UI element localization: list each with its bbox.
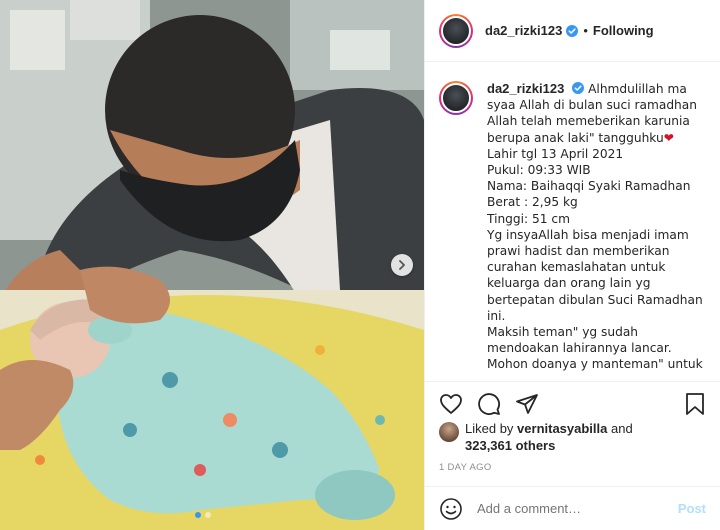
post-comment-button[interactable]: Post	[678, 501, 706, 516]
post-header: da2_rizki123 • Following	[425, 0, 720, 62]
action-bar	[425, 381, 720, 425]
following-button[interactable]: Following	[593, 23, 654, 38]
carousel-dot-1	[195, 512, 201, 518]
smiley-icon	[440, 497, 462, 520]
likes-others-count[interactable]: 323,361 others	[465, 438, 555, 453]
liker-avatar[interactable]	[439, 422, 459, 442]
likes-summary: Liked by vernitasyabilla and 323,361 oth…	[439, 420, 706, 454]
likes-and: and	[611, 421, 633, 436]
caption-verified-badge-icon	[572, 82, 585, 94]
likes-prefix: Liked by	[465, 421, 514, 436]
comment-button[interactable]	[477, 392, 501, 416]
post-photo[interactable]	[0, 0, 424, 530]
next-photo-button[interactable]	[391, 254, 413, 276]
comment-bar: Post	[425, 486, 720, 530]
bookmark-icon	[686, 392, 704, 415]
comment-input[interactable]	[477, 501, 678, 516]
post-timestamp[interactable]: 1 DAY AGO	[439, 462, 492, 473]
carousel-indicator	[195, 512, 211, 518]
caption-username[interactable]: da2_rizki123	[487, 81, 564, 96]
save-button[interactable]	[684, 392, 706, 416]
share-button[interactable]	[515, 392, 539, 416]
caption-author-avatar[interactable]	[439, 81, 473, 115]
liker-username[interactable]: vernitasyabilla	[517, 421, 607, 436]
heart-icon	[440, 393, 462, 414]
red-heart-emoji: ❤	[663, 130, 674, 145]
author-avatar[interactable]	[439, 13, 473, 48]
chevron-right-icon	[399, 260, 405, 270]
verified-badge-icon	[566, 24, 579, 37]
emoji-button[interactable]	[439, 497, 463, 521]
carousel-dot-2	[205, 512, 211, 518]
caption-body: Lahir tgl 13 April 2021 Pukul: 09:33 WIB…	[487, 146, 703, 372]
like-button[interactable]	[439, 393, 463, 415]
photo-illustration	[0, 0, 424, 530]
author-username[interactable]: da2_rizki123	[485, 23, 562, 38]
instagram-post-window: da2_rizki123 • Following da2_rizki123 Al…	[0, 0, 720, 530]
share-icon	[516, 393, 538, 414]
post-details-panel: da2_rizki123 • Following da2_rizki123 Al…	[424, 0, 720, 530]
caption-section: da2_rizki123 Alhmdulillah ma syaa Allah …	[425, 63, 720, 381]
likes-text: Liked by vernitasyabilla and 323,361 oth…	[465, 420, 633, 454]
caption-text: da2_rizki123 Alhmdulillah ma syaa Allah …	[487, 81, 706, 381]
comment-icon	[478, 392, 500, 415]
header-separator: •	[583, 23, 588, 38]
